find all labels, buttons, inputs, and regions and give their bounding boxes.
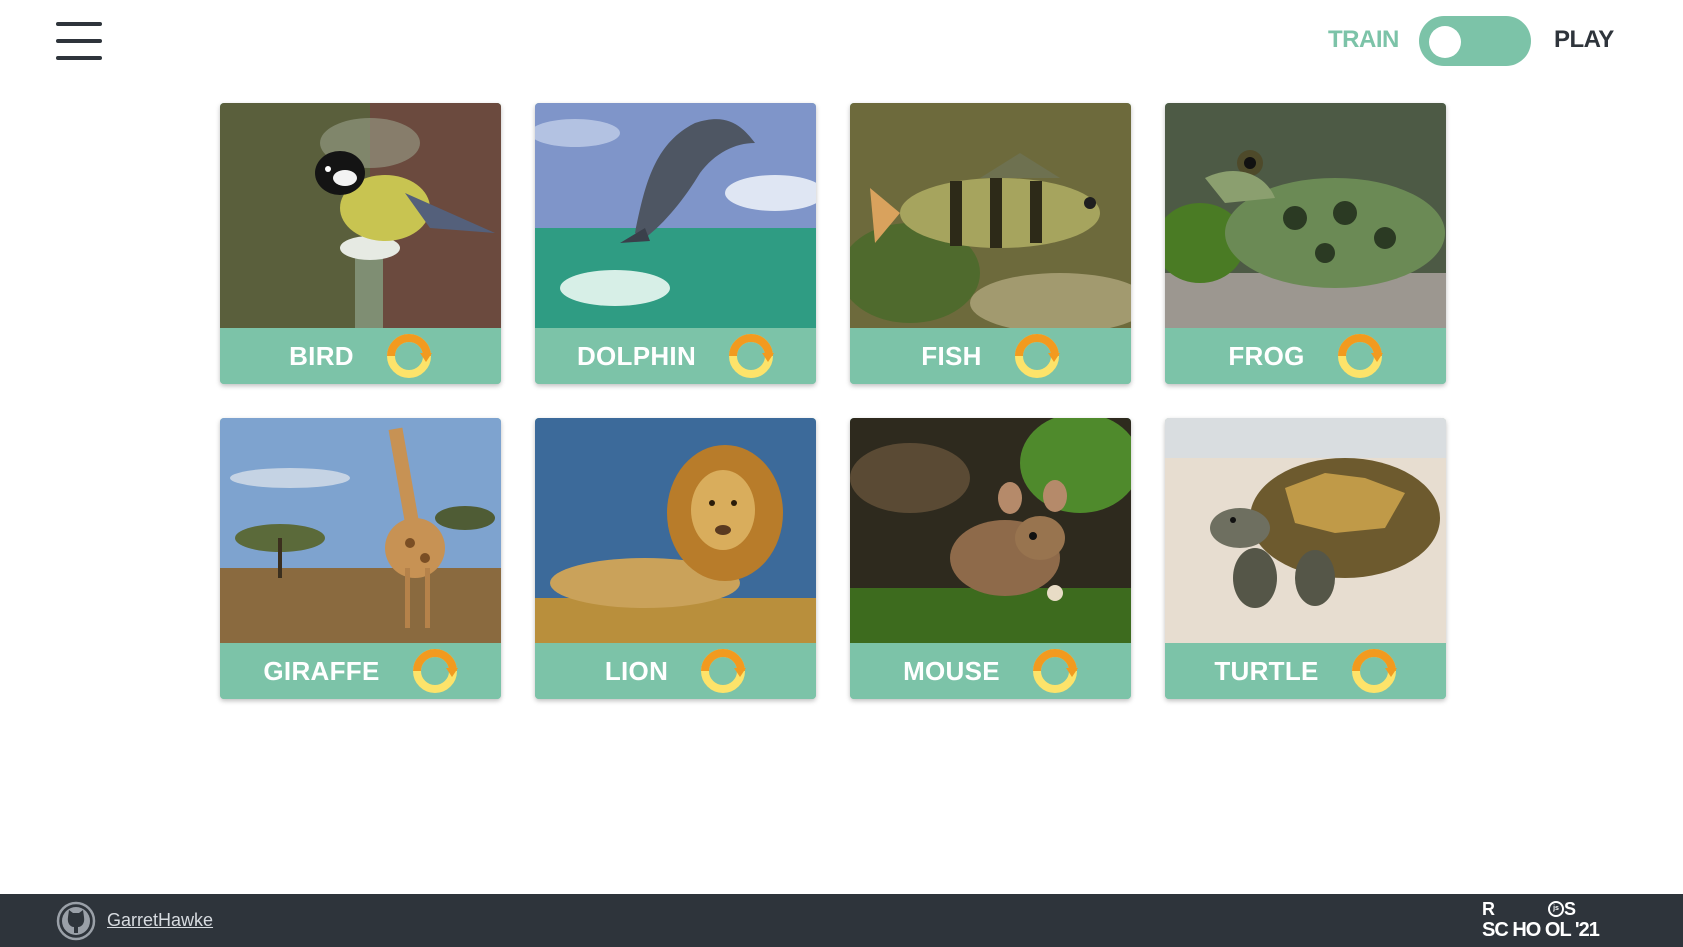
card-caption: FISH bbox=[850, 328, 1131, 384]
train-mode-label: TRAIN bbox=[1328, 26, 1399, 53]
card-caption: MOUSE bbox=[850, 643, 1131, 699]
cards-grid: BIRD DOLPHIN FISH FROG GIRAFFE LION MOUS… bbox=[220, 103, 1446, 699]
rotate-icon[interactable] bbox=[728, 333, 775, 379]
card-word: GIRAFFE bbox=[263, 655, 380, 686]
rotate-icon[interactable] bbox=[412, 648, 458, 694]
mode-toggle-switch[interactable] bbox=[1419, 16, 1531, 66]
card-word: MOUSE bbox=[903, 655, 1000, 686]
hamburger-menu-icon[interactable] bbox=[56, 22, 102, 60]
card-caption: LION bbox=[535, 643, 816, 699]
card-caption: GIRAFFE bbox=[220, 643, 501, 699]
logo-line-2: SC HO OL '21 bbox=[1482, 919, 1600, 941]
frog-photo bbox=[1165, 103, 1446, 328]
card-turtle[interactable]: TURTLE bbox=[1165, 418, 1446, 699]
card-caption: FROG bbox=[1165, 328, 1446, 384]
rotate-icon[interactable] bbox=[1351, 648, 1397, 694]
app-page: TRAIN PLAY BIRD DOLPHIN FISH FROG GIRAFF… bbox=[0, 0, 1683, 947]
card-word: BIRD bbox=[289, 340, 354, 371]
play-mode-label: PLAY bbox=[1554, 26, 1614, 53]
rotate-icon[interactable] bbox=[386, 333, 432, 379]
logo-line-1: R S bbox=[1482, 899, 1609, 919]
card-mouse[interactable]: MOUSE bbox=[850, 418, 1131, 699]
turtle-photo bbox=[1165, 418, 1446, 643]
card-bird[interactable]: BIRD bbox=[220, 103, 501, 384]
card-word: LION bbox=[604, 655, 669, 686]
rotate-icon[interactable] bbox=[1014, 333, 1060, 379]
menu-line bbox=[56, 56, 102, 60]
card-dolphin[interactable]: DOLPHIN bbox=[535, 103, 816, 384]
card-word: DOLPHIN bbox=[576, 340, 697, 371]
card-lion[interactable]: LION bbox=[535, 418, 816, 699]
rotate-icon[interactable] bbox=[1032, 648, 1078, 694]
author-link[interactable]: GarretHawke bbox=[107, 910, 213, 931]
footer: GarretHawke R S js SC HO OL '21 bbox=[0, 894, 1683, 947]
menu-line bbox=[56, 22, 102, 26]
bird-photo bbox=[220, 103, 501, 328]
card-caption: DOLPHIN bbox=[535, 328, 816, 384]
card-word: TURTLE bbox=[1214, 655, 1319, 686]
card-giraffe[interactable]: GIRAFFE bbox=[220, 418, 501, 699]
lion-photo bbox=[535, 418, 816, 643]
header: TRAIN PLAY bbox=[0, 0, 1683, 84]
github-icon[interactable] bbox=[56, 901, 96, 941]
card-caption: TURTLE bbox=[1165, 643, 1446, 699]
giraffe-photo bbox=[220, 418, 501, 643]
mouse-photo bbox=[850, 418, 1131, 643]
js-badge-icon: js bbox=[1548, 901, 1564, 917]
card-word: FROG bbox=[1228, 340, 1305, 371]
rs-school-logo[interactable]: R S js SC HO OL '21 bbox=[1482, 899, 1612, 943]
menu-line bbox=[56, 39, 102, 43]
toggle-knob bbox=[1429, 26, 1461, 58]
fish-photo bbox=[850, 103, 1131, 328]
dolphin-photo bbox=[535, 103, 816, 328]
rotate-icon[interactable] bbox=[1337, 333, 1383, 379]
rotate-icon[interactable] bbox=[700, 648, 747, 694]
card-caption: BIRD bbox=[220, 328, 501, 384]
card-fish[interactable]: FISH bbox=[850, 103, 1131, 384]
card-word: FISH bbox=[921, 340, 982, 371]
card-frog[interactable]: FROG bbox=[1165, 103, 1446, 384]
